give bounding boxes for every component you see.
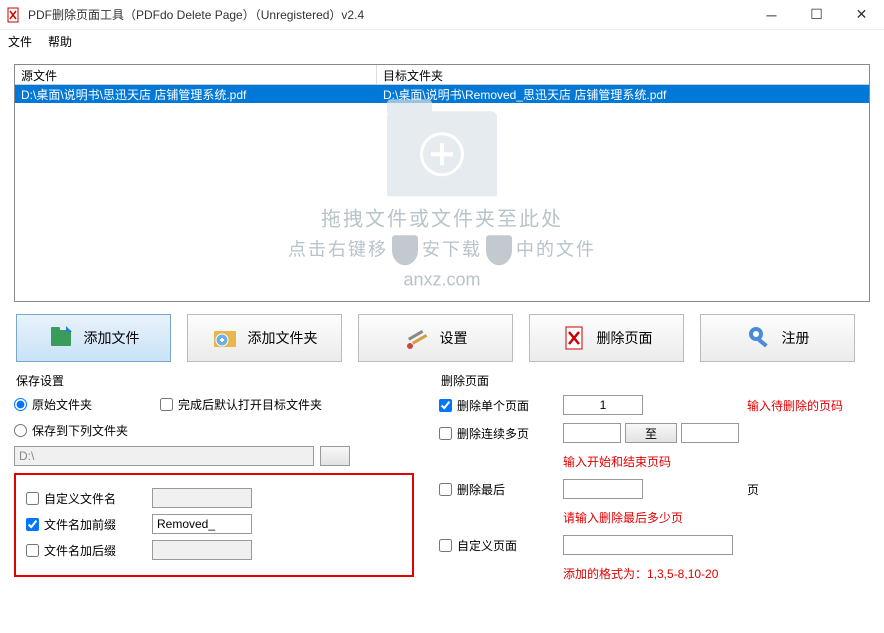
menu-help[interactable]: 帮助 [48,33,72,50]
settings-label: 设置 [440,328,468,348]
add-folder-button[interactable]: 添加文件夹 [187,314,342,362]
register-label: 注册 [782,328,810,348]
menubar: 文件 帮助 [0,30,884,52]
custom-name-input[interactable] [152,488,252,508]
watermark: 拖拽文件或文件夹至此处 点击右键移安下载中的文件 anxz.com [288,111,596,290]
custom-pages-input[interactable] [563,535,733,555]
toolbar: 添加文件 添加文件夹 设置 删除页面 注册 [14,314,870,362]
multi-start-input[interactable] [563,423,621,443]
del-title: 删除页面 [439,372,870,389]
checkbox-del-custom[interactable]: 自定义页面 [439,537,559,554]
titlebar-text: PDF删除页面工具（PDFdo Delete Page）（Unregistere… [28,6,749,23]
to-label: 至 [625,423,677,443]
settings-icon [404,324,432,352]
close-button[interactable]: ✕ [839,0,884,30]
minimize-button[interactable]: ─ [749,0,794,30]
checkbox-prefix[interactable]: 文件名加前缀 [26,516,146,533]
add-folder-label: 添加文件夹 [248,328,318,348]
multi-hint: 输入开始和结束页码 [563,453,743,470]
last-hint: 请输入删除最后多少页 [563,509,743,526]
checkbox-suffix[interactable]: 文件名加后缀 [26,542,146,559]
app-icon [6,7,22,23]
delete-page-button[interactable]: 删除页面 [529,314,684,362]
delete-page-group: 删除页面 删除单个页面 输入待删除的页码 删除连续多页 至 输入开始和结束页码 [439,372,870,589]
save-title: 保存设置 [14,372,433,389]
browse-button[interactable] [320,446,350,466]
last-pages-input[interactable] [563,479,643,499]
add-file-icon [48,324,76,352]
add-file-button[interactable]: 添加文件 [16,314,171,362]
delete-page-label: 删除页面 [597,328,653,348]
single-page-input[interactable] [563,395,643,415]
radio-original-folder[interactable]: 原始文件夹 [14,396,154,413]
save-settings-group: 保存设置 原始文件夹 完成后默认打开目标文件夹 保存到下列文件夹 自定义文件名 … [14,372,433,589]
checkbox-open-after[interactable]: 完成后默认打开目标文件夹 [160,396,322,413]
checkbox-custom-name[interactable]: 自定义文件名 [26,490,146,507]
table-row[interactable]: D:\桌面\说明书\思迅天店 店铺管理系统.pdf D:\桌面\说明书\Remo… [15,85,869,103]
file-table: 源文件 目标文件夹 D:\桌面\说明书\思迅天店 店铺管理系统.pdf D:\桌… [14,64,870,302]
titlebar: PDF删除页面工具（PDFdo Delete Page）（Unregistere… [0,0,884,30]
add-file-label: 添加文件 [84,328,140,348]
cell-target: D:\桌面\说明书\Removed_思迅天店 店铺管理系统.pdf [377,85,869,103]
watermark-brand: anxz.com [288,270,596,291]
checkbox-del-last[interactable]: 删除最后 [439,481,559,498]
folder-plus-icon [387,111,497,196]
menu-file[interactable]: 文件 [8,33,32,50]
checkbox-del-multi[interactable]: 删除连续多页 [439,425,559,442]
checkbox-del-single[interactable]: 删除单个页面 [439,397,559,414]
maximize-button[interactable]: ☐ [794,0,839,30]
pdf-delete-icon [561,324,589,352]
watermark-line1: 拖拽文件或文件夹至此处 [288,202,596,231]
multi-end-input[interactable] [681,423,739,443]
suffix-input[interactable] [152,540,252,560]
add-folder-icon [212,324,240,352]
save-path-input[interactable] [14,446,314,466]
cell-source: D:\桌面\说明书\思迅天店 店铺管理系统.pdf [15,85,377,103]
register-button[interactable]: 注册 [700,314,855,362]
prefix-input[interactable] [152,514,252,534]
settings-button[interactable]: 设置 [358,314,513,362]
single-hint: 输入待删除的页码 [747,397,870,414]
table-header: 源文件 目标文件夹 [15,65,869,85]
col-target[interactable]: 目标文件夹 [377,65,869,84]
register-icon [746,324,774,352]
radio-save-to-folder[interactable]: 保存到下列文件夹 [14,422,128,439]
last-unit: 页 [747,481,870,498]
custom-hint: 添加的格式为：1,3,5-8,10-20 [563,565,743,582]
filename-options-box: 自定义文件名 文件名加前缀 文件名加后缀 [14,473,414,577]
watermark-line2: 点击右键移安下载中的文件 [288,235,596,265]
col-source[interactable]: 源文件 [15,65,377,84]
